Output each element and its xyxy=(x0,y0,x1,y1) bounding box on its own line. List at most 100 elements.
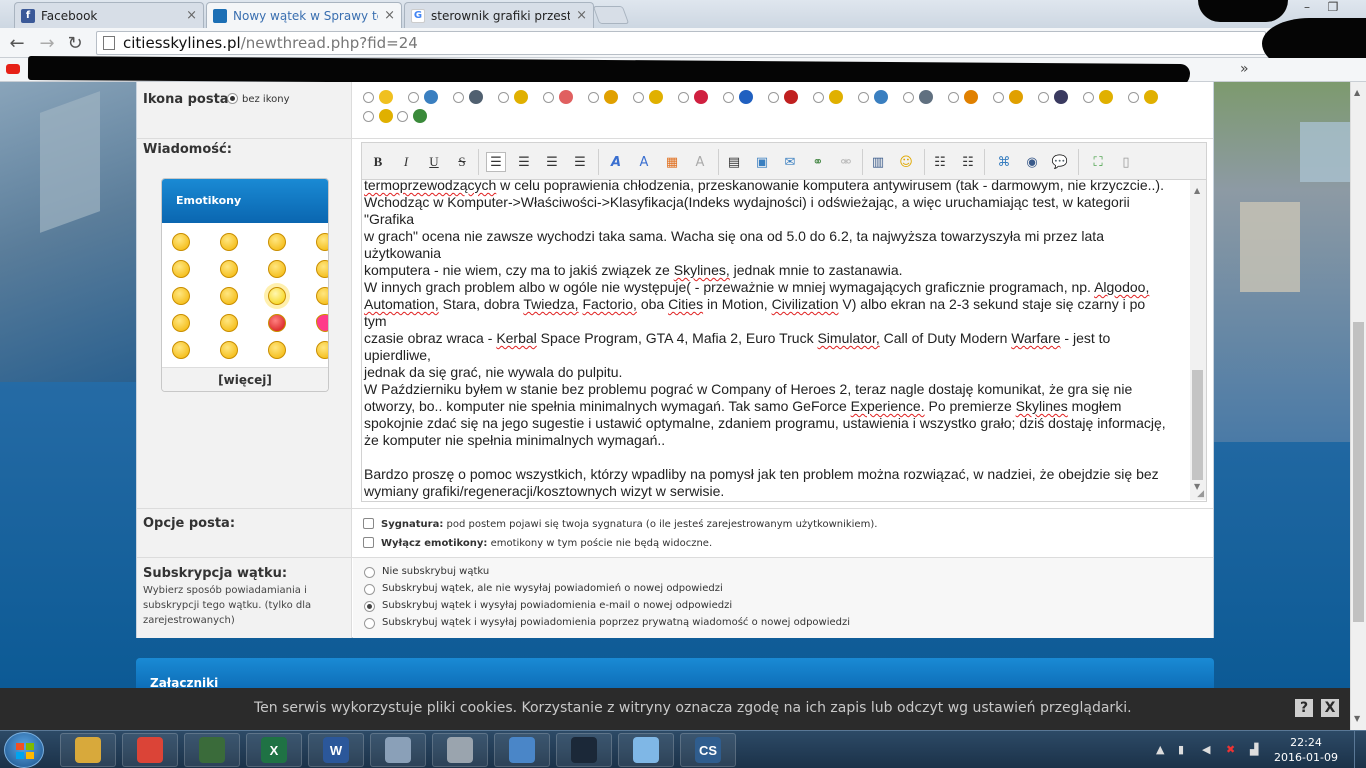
taskbar-app-chrome[interactable] xyxy=(122,733,178,767)
more-emoticons-link[interactable]: [więcej] xyxy=(162,367,328,391)
cookie-close-button[interactable]: X xyxy=(1321,699,1339,717)
tab-google-search[interactable]: G sterownik grafiki przestał d × xyxy=(404,2,594,28)
post-icon-radio[interactable] xyxy=(678,92,689,103)
forward-icon[interactable]: → xyxy=(36,32,58,54)
subscription-radio[interactable] xyxy=(364,618,375,629)
video-icon[interactable]: ▥ xyxy=(868,152,888,172)
taskbar-app-task-manager[interactable] xyxy=(184,733,240,767)
volume-icon[interactable]: ◀ xyxy=(1202,743,1210,756)
emoticon-smiley-icon[interactable] xyxy=(316,341,328,359)
taskbar-app-calculator[interactable] xyxy=(370,733,426,767)
taskbar-app-excel[interactable]: X xyxy=(246,733,302,767)
taskbar-app-word[interactable]: W xyxy=(308,733,364,767)
back-icon[interactable]: ← xyxy=(6,32,28,54)
post-icon-radio[interactable] xyxy=(363,111,374,122)
post-icon-radio[interactable] xyxy=(453,92,464,103)
taskbar-app-control-panel[interactable] xyxy=(494,733,550,767)
font-icon[interactable]: A xyxy=(606,152,626,172)
system-clock[interactable]: 22:24 2016-01-09 xyxy=(1272,735,1340,765)
taskbar-app-steam[interactable] xyxy=(556,733,612,767)
taskbar-app-file-explorer[interactable] xyxy=(60,733,116,767)
align-center-icon[interactable]: ☰ xyxy=(514,152,534,172)
post-icon-radio[interactable] xyxy=(498,92,509,103)
emoticon-smiley-icon[interactable] xyxy=(172,314,190,332)
maximize-icon[interactable]: ❐ xyxy=(1320,0,1346,20)
emoticon-smiley-icon[interactable] xyxy=(316,233,328,251)
editor-scrollbar-thumb[interactable] xyxy=(1192,370,1203,480)
maximize-editor-icon[interactable]: ⛶ xyxy=(1088,152,1108,172)
post-icon-radio[interactable] xyxy=(723,92,734,103)
post-icon-radio[interactable] xyxy=(993,92,1004,103)
emoticon-smiley-icon[interactable] xyxy=(172,341,190,359)
emoticon-smiley-icon[interactable] xyxy=(172,233,190,251)
post-icon-radio[interactable] xyxy=(408,92,419,103)
emoticon-smiley-icon[interactable] xyxy=(268,260,286,278)
php-icon[interactable]: ◉ xyxy=(1022,152,1042,172)
font-size-icon[interactable]: A xyxy=(634,152,654,172)
post-icon-radio[interactable] xyxy=(858,92,869,103)
emoticon-icon[interactable]: ☺ xyxy=(896,152,916,172)
bullet-list-icon[interactable]: ☷ xyxy=(930,152,950,172)
signal-icon[interactable]: ▟ xyxy=(1250,743,1258,756)
bookmarks-overflow-icon[interactable]: » xyxy=(1240,61,1249,77)
post-icon-radio[interactable] xyxy=(633,92,644,103)
link-icon[interactable]: ⚭ xyxy=(808,152,828,172)
scrollbar-thumb[interactable] xyxy=(1353,322,1364,622)
taskbar-app-notepad[interactable] xyxy=(618,733,674,767)
emoticon-smiley-icon[interactable] xyxy=(220,314,238,332)
emoticon-smiley-icon[interactable] xyxy=(268,233,286,251)
address-bar[interactable]: citiesskylines.pl/newthread.php?fid=24 xyxy=(96,31,1266,55)
code-icon[interactable]: ⌘ xyxy=(994,152,1014,172)
justify-icon[interactable]: ☰ xyxy=(570,152,590,172)
editor-scrollbar[interactable]: ▲ ▼ xyxy=(1190,180,1206,500)
emoticon-smiley-icon[interactable] xyxy=(220,260,238,278)
align-left-icon[interactable]: ☰ xyxy=(486,152,506,172)
post-icon-radio[interactable] xyxy=(1038,92,1049,103)
reload-icon[interactable]: ↻ xyxy=(64,32,86,54)
horizontal-rule-icon[interactable]: ▤ xyxy=(724,152,744,172)
signature-checkbox[interactable] xyxy=(363,518,374,529)
image-icon[interactable]: ▣ xyxy=(752,152,772,172)
emoticon-smiley-icon[interactable] xyxy=(268,341,286,359)
post-icon-radio[interactable] xyxy=(768,92,779,103)
show-desktop-button[interactable] xyxy=(1354,731,1366,768)
close-icon[interactable]: × xyxy=(576,8,587,23)
emoticon-smiley-icon[interactable] xyxy=(268,287,286,305)
underline-icon[interactable]: U xyxy=(424,152,444,172)
post-icon-radio[interactable] xyxy=(903,92,914,103)
emoticon-smiley-icon[interactable] xyxy=(316,287,328,305)
post-icon-radio[interactable] xyxy=(588,92,599,103)
source-mode-icon[interactable]: ▯ xyxy=(1116,152,1136,172)
align-right-icon[interactable]: ☰ xyxy=(542,152,562,172)
disable-emoticons-checkbox[interactable] xyxy=(363,537,374,548)
close-icon[interactable]: × xyxy=(186,8,197,23)
post-icon-radio[interactable] xyxy=(543,92,554,103)
post-icon-radio[interactable] xyxy=(948,92,959,103)
post-icon-radio[interactable] xyxy=(397,111,408,122)
start-button[interactable] xyxy=(4,732,44,768)
no-icon-radio[interactable] xyxy=(227,93,238,104)
emoticon-smiley-icon[interactable] xyxy=(172,260,190,278)
subscription-radio[interactable] xyxy=(364,601,375,612)
cookie-help-button[interactable]: ? xyxy=(1295,699,1313,717)
youtube-icon[interactable] xyxy=(6,64,20,74)
numbered-list-icon[interactable]: ☷ xyxy=(958,152,978,172)
emoticon-smiley-icon[interactable] xyxy=(268,314,286,332)
taskbar-app-speaker[interactable] xyxy=(432,733,488,767)
post-icon-radio[interactable] xyxy=(1128,92,1139,103)
close-icon[interactable]: × xyxy=(384,8,395,23)
emoticon-smiley-icon[interactable] xyxy=(220,233,238,251)
email-icon[interactable]: ✉ xyxy=(780,152,800,172)
post-icon-radio[interactable] xyxy=(813,92,824,103)
minimize-icon[interactable]: – xyxy=(1294,0,1320,20)
strikethrough-icon[interactable]: S xyxy=(452,152,472,172)
subscription-radio[interactable] xyxy=(364,584,375,595)
font-color-icon[interactable]: ▦ xyxy=(662,152,682,172)
show-hidden-icons[interactable]: ▲ xyxy=(1156,743,1164,756)
bold-icon[interactable]: B xyxy=(368,152,388,172)
italic-icon[interactable]: I xyxy=(396,152,416,172)
quote-icon[interactable]: 💬 xyxy=(1050,152,1070,172)
emoticon-smiley-icon[interactable] xyxy=(316,260,328,278)
page-scrollbar[interactable]: ▲ ▼ xyxy=(1350,82,1366,730)
new-tab-button[interactable] xyxy=(592,6,630,24)
